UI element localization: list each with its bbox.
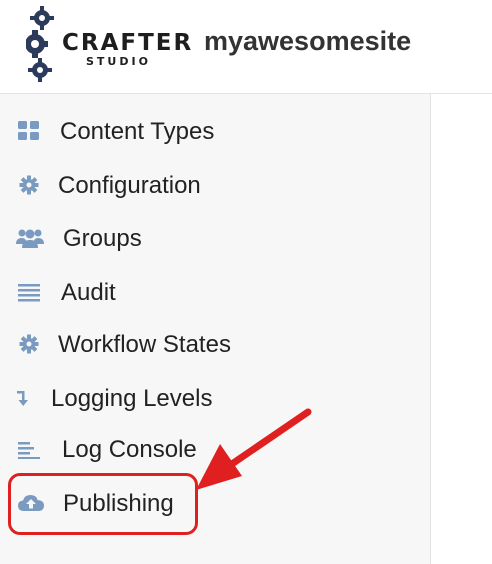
- sidebar-item-audit[interactable]: Audit: [0, 272, 431, 312]
- sidebar-item-content-types[interactable]: Content Types: [0, 111, 431, 151]
- sidebar-item-logging-levels[interactable]: Logging Levels: [0, 378, 431, 418]
- users-icon: [16, 229, 44, 248]
- sidebar-item-label: Log Console: [62, 436, 197, 463]
- logo-wordmark: CRAFTER: [62, 30, 194, 56]
- grid-icon: [18, 121, 39, 140]
- sidebar-item-label: Content Types: [60, 118, 215, 145]
- level-arrow-icon: [17, 391, 28, 406]
- sidebar-item-label: Audit: [61, 279, 116, 306]
- sidebar-item-groups[interactable]: Groups: [0, 218, 431, 258]
- list-icon: [18, 284, 40, 302]
- sidebar-item-log-console[interactable]: Log Console: [0, 429, 431, 469]
- annotation-highlight-box: [8, 473, 198, 535]
- sidebar-item-label: Logging Levels: [51, 385, 213, 412]
- sidebar-item-label: Groups: [63, 225, 142, 252]
- app-header: CRAFTER STUDIO myawesomesite: [0, 0, 492, 94]
- crafter-studio-logo[interactable]: CRAFTER STUDIO: [26, 6, 191, 82]
- sidebar-item-label: Configuration: [58, 172, 201, 199]
- align-left-icon: [18, 442, 40, 459]
- sidebar-item-label: Workflow States: [58, 331, 231, 358]
- logo-subtitle: STUDIO: [86, 55, 151, 68]
- sidebar-item-workflow-states[interactable]: Workflow States: [0, 324, 431, 364]
- gear-icon: [19, 175, 39, 195]
- sidebar-item-configuration[interactable]: Configuration: [0, 165, 431, 205]
- gear-icon: [19, 334, 39, 354]
- site-name[interactable]: myawesomesite: [204, 26, 411, 57]
- main-content: [432, 94, 492, 564]
